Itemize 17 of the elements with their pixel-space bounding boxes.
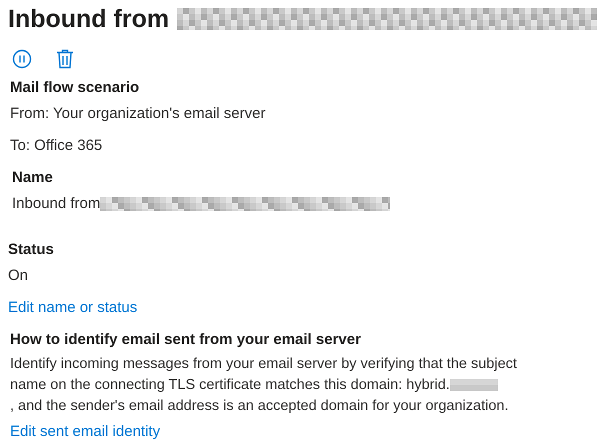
section-heading: Mail flow scenario [10, 79, 140, 96]
pause-icon[interactable] [12, 49, 32, 69]
edit-link[interactable]: Edit name or status [8, 299, 138, 316]
page-title: Inbound from [8, 4, 170, 34]
description-text: Identify incoming messages from your email server by verifying that the subject [10, 356, 517, 372]
edit-link[interactable]: Edit sent email identity [10, 423, 160, 440]
redaction-drawing [450, 379, 498, 392]
field-value: On [8, 267, 28, 284]
field-value: To: Office 365 [10, 137, 102, 154]
section-heading: Name [12, 169, 53, 186]
description-text: , and the sender's email address is an accepted domain for your organization. [10, 398, 508, 414]
section-heading: Status [8, 241, 54, 258]
trash-icon[interactable] [56, 49, 74, 69]
field-value: From: Your organization's email server [10, 105, 266, 122]
field-value: Inbound from [12, 195, 100, 212]
section-heading: How to identify email sent from your email server [10, 331, 361, 348]
description-text: name on the connecting TLS certificate matches this domain: hybrid. [10, 377, 450, 393]
